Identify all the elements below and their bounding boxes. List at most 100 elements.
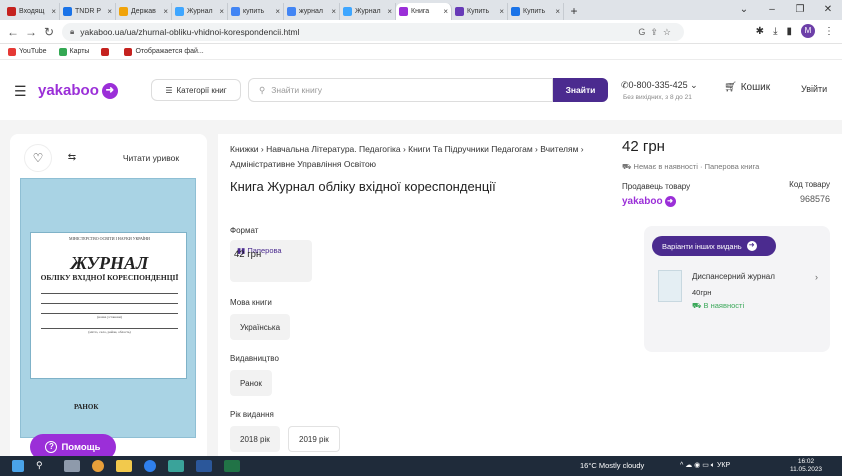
publisher-chip[interactable]: Ранок [230, 370, 272, 396]
seller-logo[interactable]: yakaboo ➜ [622, 196, 676, 207]
question-icon: ? [45, 441, 58, 453]
share-icon[interactable]: ⇪ [650, 27, 663, 37]
list-icon: ☰ [165, 85, 173, 95]
tab-close-icon[interactable]: × [555, 7, 560, 16]
tab-close-icon[interactable]: × [163, 7, 168, 16]
logo-text: yakaboo [38, 82, 99, 99]
browser-tab[interactable]: Купить × [452, 3, 508, 20]
task-view-icon[interactable] [64, 460, 80, 472]
maximize-button[interactable]: ❐ [786, 0, 814, 20]
tab-close-icon[interactable]: × [331, 7, 336, 16]
read-excerpt-button[interactable]: Читати уривок [106, 146, 196, 170]
browser-tab[interactable]: Входящ × [4, 3, 60, 20]
product-code-label: Код товару [789, 180, 830, 189]
tab-close-icon[interactable]: × [387, 7, 392, 16]
system-tray[interactable]: ^ ☁ ◉ ▭ 🔈︎ УКР [680, 461, 730, 470]
edition-title[interactable]: Диспансерний журнал [692, 272, 775, 281]
tab-close-icon[interactable]: × [219, 7, 224, 16]
tab-close-icon[interactable]: × [51, 7, 56, 16]
weather-widget[interactable]: 16°C Mostly cloudy [580, 461, 644, 470]
file-explorer-icon[interactable] [116, 460, 132, 472]
excel-icon[interactable] [224, 460, 240, 472]
other-editions-button[interactable]: Варіанти інших видань ➜ [652, 236, 776, 256]
favorite-button[interactable]: ♡ [24, 144, 52, 172]
tab-label: Книга [411, 8, 430, 15]
search-icon[interactable]: ⚲ [36, 460, 52, 472]
browser-tab[interactable]: TNDR Р × [60, 3, 116, 20]
google-icon[interactable]: G [638, 27, 650, 37]
browser-tab[interactable]: Книга × [396, 3, 452, 20]
book-cover-image[interactable]: МІНІСТЕРСТВО ОСВІТИ І НАУКИ УКРАЇНИ ЖУРН… [20, 178, 196, 438]
reload-button[interactable]: ↻ [40, 25, 58, 39]
format-option-paper[interactable]: ▮▮ Паперова 42 грн [230, 240, 312, 282]
back-button[interactable]: ← [4, 25, 22, 39]
browser-tab[interactable]: журнал × [284, 3, 340, 20]
bookmark-item[interactable]: YouTube [8, 47, 47, 56]
download-icon[interactable]: ⤓ [773, 26, 777, 37]
cart-button[interactable]: 🛒︎ Кошик [724, 82, 770, 93]
browser-tab[interactable]: Купить × [508, 3, 564, 20]
cover-line [41, 303, 178, 304]
tab-favicon-icon [231, 7, 240, 16]
bookmark-favicon-icon [124, 47, 133, 56]
tab-favicon-icon [175, 7, 184, 16]
search-button[interactable]: Знайти [553, 78, 608, 102]
other-editions-panel: Варіанти інших видань ➜ Диспансерний жур… [644, 226, 830, 352]
edition-thumbnail[interactable] [658, 270, 682, 302]
hamburger-menu-icon[interactable]: ☰ [14, 83, 27, 100]
tab-close-icon[interactable]: × [275, 7, 280, 16]
browser-tab[interactable]: купить × [228, 3, 284, 20]
browser-tab[interactable]: Держав × [116, 3, 172, 20]
other-editions-label: Варіанти інших видань [662, 241, 742, 251]
bookmark-item[interactable]: Отображается фай... [124, 47, 204, 56]
word-icon[interactable] [196, 460, 212, 472]
year-chip-2018[interactable]: 2018 рік [230, 426, 280, 452]
bookmark-item[interactable]: Карты [58, 47, 89, 56]
tab-label: Журнал [355, 8, 381, 15]
windows-start-icon[interactable] [12, 460, 24, 472]
close-window-button[interactable]: ✕ [814, 0, 842, 20]
login-link[interactable]: Увійти [801, 84, 827, 94]
menu-icon[interactable]: ⋮ [824, 26, 834, 37]
tab-close-icon[interactable]: × [107, 7, 112, 16]
tab-close-icon[interactable]: × [499, 7, 504, 16]
seller-logo-mark-icon: ➜ [664, 196, 676, 207]
url-field[interactable]: 🔒︎ yakaboo.ua/ua/zhurnal-obliku-vhidnoi-… [62, 23, 684, 41]
year-label: Рік видання [230, 410, 274, 419]
edge-icon[interactable] [144, 460, 156, 472]
bookmark-label: YouTube [19, 48, 47, 55]
extensions-icon[interactable]: ✱ [756, 26, 764, 37]
bookmark-item[interactable] [101, 47, 112, 56]
breadcrumb[interactable]: Книжки › Навчальна Література. Педагогік… [230, 142, 615, 172]
tab-favicon-icon [7, 7, 16, 16]
phone-number[interactable]: ✆0-800-335-425 ⌄ [621, 80, 698, 91]
browser-tab[interactable]: Журнал × [172, 3, 228, 20]
cover-label-panel: МІНІСТЕРСТВО ОСВІТИ І НАУКИ УКРАЇНИ ЖУРН… [30, 232, 187, 379]
os-taskbar: ⚲ 16°C Mostly cloudy ^ ☁ ◉ ▭ 🔈︎ УКР 16:0… [0, 456, 842, 476]
clock-time: 16:02 [797, 458, 815, 465]
clock[interactable]: 16:02 11.05.2023 [790, 458, 822, 474]
site-logo[interactable]: yakaboo ➜ [38, 82, 118, 99]
tab-label: Входящ [19, 8, 45, 15]
browser-tab[interactable]: Журнал × [340, 3, 396, 20]
chevron-right-icon[interactable]: › [815, 272, 818, 282]
compare-button[interactable]: ⇆ [58, 144, 86, 172]
search-input[interactable]: ⚲ Знайти книгу [248, 78, 553, 102]
minimize-button[interactable]: – [758, 0, 786, 20]
language-indicator[interactable]: УКР [717, 462, 730, 469]
tab-search-icon[interactable]: ⌄ [730, 0, 758, 20]
chrome-icon[interactable] [92, 460, 104, 472]
new-tab-button[interactable]: + [564, 3, 584, 20]
language-chip[interactable]: Українська [230, 314, 291, 340]
forward-button[interactable]: → [22, 25, 40, 39]
bookmark-star-icon[interactable]: ☆ [663, 27, 676, 37]
chevron-down-icon: ⌄ [690, 80, 698, 90]
tab-close-icon[interactable]: × [443, 7, 448, 16]
categories-button[interactable]: ☰ Категорії книг [151, 79, 241, 101]
profile-avatar[interactable]: M [801, 24, 815, 38]
sidepanel-icon[interactable]: ▮ [786, 26, 792, 37]
cover-caption: (місто, село, район, область) [88, 330, 131, 334]
tab-list: Входящ × TNDR Р × Держав × Журнал × купить × журна… [0, 0, 564, 20]
year-chip-2019[interactable]: 2019 рік [288, 426, 340, 452]
app-icon[interactable] [168, 460, 184, 472]
